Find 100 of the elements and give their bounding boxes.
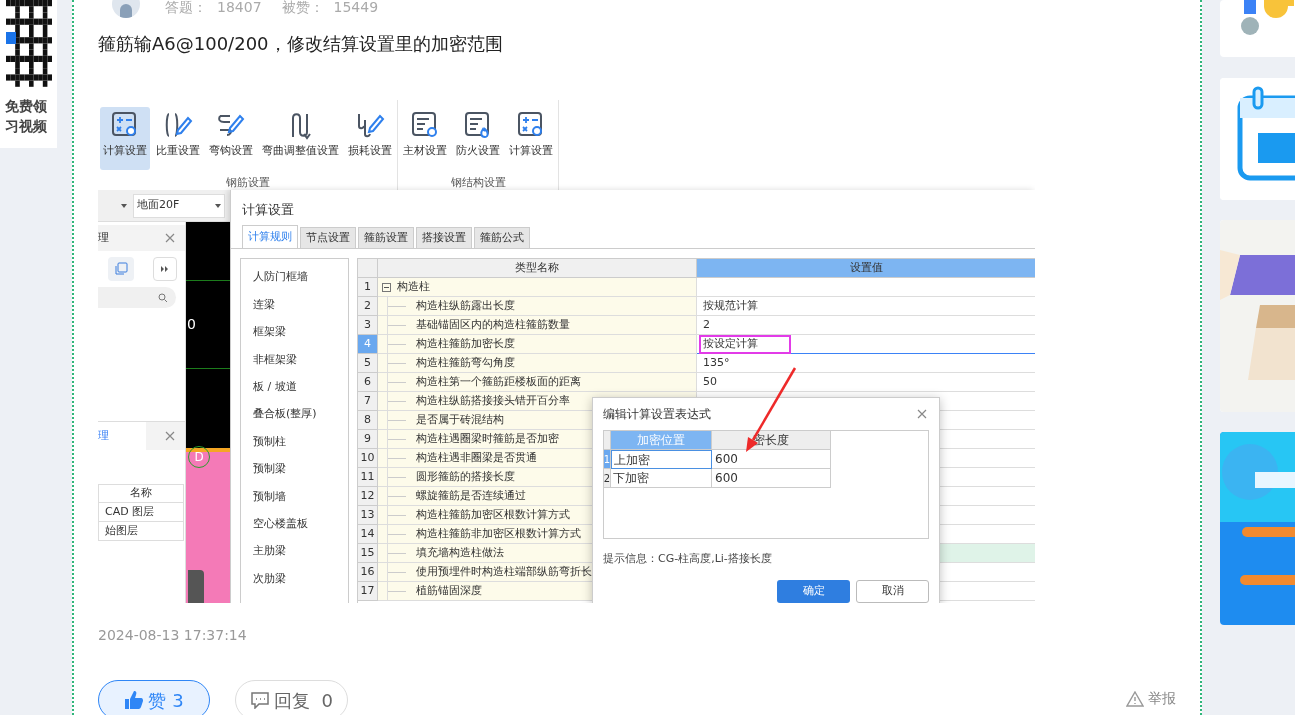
- close-icon[interactable]: [165, 233, 175, 243]
- table-row[interactable]: 1 构造柱: [358, 278, 1035, 297]
- column-header: 设置值: [697, 259, 1035, 278]
- table-cell[interactable]: 下加密: [611, 469, 712, 488]
- thumbs-up-icon: [124, 691, 145, 709]
- group-title: 钢结构设置: [450, 177, 506, 189]
- close-icon[interactable]: [165, 431, 175, 441]
- row-number: 7: [358, 392, 378, 411]
- value-text: 2: [703, 316, 710, 333]
- table-row[interactable]: 3 基础锚固区内的构造柱箍筋数量 2: [358, 316, 1035, 335]
- category-item[interactable]: 次肋梁: [253, 565, 348, 593]
- group-title: 钢筋设置: [225, 177, 270, 189]
- table-row[interactable]: 5 构造柱箍筋弯勾角度 135°: [358, 354, 1035, 373]
- table-cell-text: 填充墙构造柱做法: [416, 544, 504, 561]
- column-header: 名称: [98, 484, 184, 503]
- ribbon-button[interactable]: 损耗设置: [345, 107, 395, 170]
- dialog-tab[interactable]: 箍筋设置: [358, 227, 414, 248]
- ribbon-button[interactable]: 弯钩设置: [206, 107, 256, 170]
- dialog-button[interactable]: 取消: [856, 579, 929, 603]
- search-icon: [158, 292, 168, 303]
- value-text: 50: [703, 373, 717, 390]
- row-number: 17: [358, 582, 378, 601]
- dialog-tab[interactable]: 箍筋公式: [474, 227, 530, 248]
- dialog-button[interactable]: 确定: [777, 579, 850, 603]
- caret-icon[interactable]: [121, 203, 127, 208]
- value-cell[interactable]: [697, 278, 1035, 297]
- category-item[interactable]: 人防门框墙: [253, 264, 348, 292]
- dialog-tab[interactable]: 节点设置: [300, 227, 356, 248]
- table-row[interactable]: 6 构造柱第一个箍筋距楼板面的距离 50: [358, 373, 1035, 392]
- value-text: 按规范计算: [703, 297, 758, 314]
- table-row[interactable]: 2 构造柱纵筋露出长度 按规范计算: [358, 297, 1035, 316]
- category-item[interactable]: 空心楼盖板: [253, 510, 348, 538]
- row-number: 9: [358, 430, 378, 449]
- expand-button[interactable]: [153, 257, 177, 281]
- category-item[interactable]: 框架梁: [253, 318, 348, 347]
- promo-text: 习视频: [4, 117, 47, 136]
- dimension-label: 0: [187, 316, 196, 332]
- report-link[interactable]: 举报: [1126, 688, 1176, 709]
- row-number: 16: [358, 563, 378, 582]
- table-cell-text: 使用预埋件时构造柱端部纵筋弯折长: [416, 563, 592, 580]
- ribbon-button[interactable]: 计算设置: [100, 107, 150, 170]
- floor-select[interactable]: 地面20F: [133, 193, 225, 218]
- row-number: 12: [358, 487, 378, 506]
- category-item[interactable]: 预制梁: [253, 455, 348, 484]
- ribbon-button[interactable]: 弯曲调整值设置: [259, 107, 342, 170]
- row-number: 11: [358, 468, 378, 487]
- table-cell-text: 是否属于砖混结构: [416, 411, 504, 428]
- category-item[interactable]: 预制墙: [253, 483, 348, 511]
- close-icon[interactable]: [917, 409, 927, 419]
- stat-label: 被赞：: [281, 0, 324, 15]
- ribbon-button[interactable]: 比重设置: [153, 107, 203, 170]
- value-cell[interactable]: 50: [697, 373, 1035, 392]
- table-cell[interactable]: 600: [712, 469, 831, 488]
- table-cell[interactable]: 600: [712, 450, 831, 469]
- category-item[interactable]: 主肋梁: [253, 537, 348, 566]
- warning-icon: [1126, 690, 1144, 707]
- bar-pencil-icon: [163, 110, 193, 140]
- category-item[interactable]: 叠合板(整厚): [253, 400, 348, 429]
- caret-icon: [215, 203, 221, 208]
- collapse-icon[interactable]: [382, 282, 391, 292]
- document-gear-icon: [410, 110, 440, 140]
- panel-tab[interactable]: 理: [98, 422, 146, 450]
- table-cell-text: 构造柱箍筋加密长度: [416, 335, 515, 352]
- table-cell: 始图层: [98, 522, 184, 541]
- stat-value: 15449: [333, 0, 379, 15]
- table-cell-text: 圆形箍筋的搭接长度: [416, 468, 515, 485]
- category-item[interactable]: 板 / 坡道: [253, 373, 348, 401]
- table-cell-text: 基础锚固区内的构造柱箍筋数量: [416, 316, 570, 333]
- table-cell-text: 构造柱箍筋加密区根数计算方式: [416, 506, 570, 523]
- dialog-tab[interactable]: 计算规则: [242, 225, 298, 248]
- answer-text: 箍筋输A6@100/200，修改结算设置里的加密范围: [98, 32, 504, 56]
- table-cell-text: 构造柱遇非圈梁是否贯通: [416, 449, 537, 466]
- search-field[interactable]: [98, 287, 176, 308]
- value-cell[interactable]: 按规范计算: [697, 297, 1035, 316]
- category-item[interactable]: 预制柱: [253, 428, 348, 456]
- ribbon-button[interactable]: 防火设置: [453, 107, 503, 170]
- table-cell-text: 构造柱遇圈梁时箍筋是否加密: [416, 430, 559, 447]
- table-cell-text: 植筋锚固深度: [416, 582, 482, 599]
- value-cell[interactable]: 2: [697, 316, 1035, 335]
- dialog-title: 计算设置: [241, 201, 295, 220]
- table-cell[interactable]: 上加密: [611, 450, 712, 469]
- row-number: 3: [358, 316, 378, 335]
- row-number: 14: [358, 525, 378, 544]
- row-number: 1: [604, 450, 611, 469]
- panel-tab[interactable]: 理: [98, 229, 109, 247]
- value-cell[interactable]: 135°: [697, 354, 1035, 373]
- category-item[interactable]: 连梁: [253, 291, 348, 319]
- table-cell-text: 螺旋箍筋是否连续通过: [416, 487, 526, 504]
- table-cell-text: 构造柱纵筋露出长度: [416, 297, 515, 314]
- copy-button[interactable]: [108, 257, 134, 281]
- column-header: 加密位置: [611, 431, 712, 450]
- table-row[interactable]: 4 构造柱箍筋加密长度 按设定计算: [358, 335, 1035, 354]
- ribbon-button[interactable]: 计算设置: [506, 107, 556, 170]
- category-item[interactable]: 非框架梁: [253, 346, 348, 374]
- dialog-tab[interactable]: 搭接设置: [416, 227, 472, 248]
- value-cell[interactable]: 按设定计算: [697, 335, 1035, 354]
- row-number: 8: [358, 411, 378, 430]
- row-number: 6: [358, 373, 378, 392]
- ribbon-button[interactable]: 主材设置: [400, 107, 450, 170]
- row-number: 2: [358, 297, 378, 316]
